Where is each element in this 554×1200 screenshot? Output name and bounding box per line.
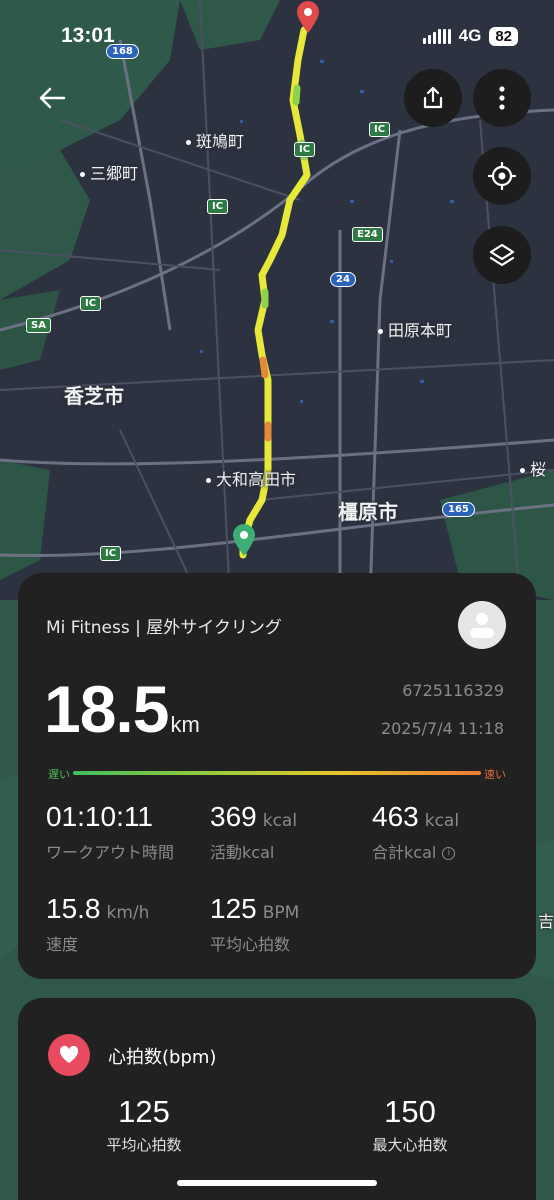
layers-icon [489,243,515,267]
record-date: 2025/7/4 11:18 [380,719,504,738]
route-start-pin-icon [233,524,255,556]
road-badge-ic: IC [207,199,229,214]
metric-speed: 15.8 km/h 速度 [46,893,150,954]
hr-avg-stat: 125 平均心拍数 [106,1094,182,1154]
record-id: 6725116329 [402,681,504,700]
battery-indicator: 82 [489,26,518,46]
map-layers-button[interactable] [473,226,531,284]
road-badge-sa: SA [26,318,51,333]
metric-avg-heart-rate: 125 BPM 平均心拍数 [210,893,300,954]
map-label-ikaruga: 斑鳩町 [186,128,244,152]
map-label-kashihara: 橿原市 [338,500,398,524]
more-options-button[interactable] [473,69,531,127]
heart-rate-title: 心拍数(bpm) [108,1047,217,1068]
hr-max-stat: 150 最大心拍数 [372,1094,448,1154]
locate-target-icon [487,161,517,191]
user-avatar[interactable] [458,601,506,649]
status-indicators: 4G 82 [422,26,518,46]
map-label-sango: 三郷町 [80,160,138,184]
status-bar: 13:01 4G 82 [0,22,554,52]
road-badge-ic: IC [100,546,122,561]
road-badge-ic: IC [80,296,102,311]
activity-summary-card: Mi Fitness | 屋外サイクリング 18.5km 6725116329 … [18,573,536,979]
network-type: 4G [458,26,482,45]
share-icon [423,86,443,109]
map-label-yoshi: 吉 [538,912,554,931]
road-badge-ic: IC [369,122,391,137]
share-button[interactable] [404,69,462,127]
road-badge-24: 24 [330,272,356,287]
info-icon[interactable]: i [442,847,456,860]
heart-icon [48,1034,90,1076]
road-badge-ic: IC [294,142,316,157]
map-label-tawaramoto: 田原本町 [378,317,452,341]
heart-rate-card[interactable]: 心拍数(bpm) 125 平均心拍数 150 最大心拍数 [18,998,536,1200]
back-arrow-icon[interactable] [34,80,70,116]
metric-workout-time: 01:10:11 ワークアウト時間 [46,801,175,862]
speed-gradient-bar [73,771,481,775]
distance-display: 18.5km [44,671,200,747]
map-label-kashiba: 香芝市 [64,384,124,408]
metric-active-kcal: 369 kcal 活動kcal [210,801,298,862]
locate-button[interactable] [473,147,531,205]
speed-legend-fast: 速い [484,768,506,781]
map-label-yamatotakada: 大和高田市 [206,466,296,490]
more-vertical-icon [499,86,505,110]
road-badge-e24: E24 [352,227,383,242]
metric-total-kcal: 463 kcal 合計kcal i [372,801,460,862]
distance-unit: km [170,712,200,737]
signal-icon [422,28,451,44]
home-indicator[interactable] [177,1180,377,1186]
map-label-sakura: 桜 [520,456,546,480]
distance-value: 18.5 [44,672,169,746]
speed-legend-slow: 遅い [48,768,70,781]
road-badge-165: 165 [442,502,475,517]
status-time: 13:01 [61,24,115,47]
activity-title: Mi Fitness | 屋外サイクリング [46,618,282,638]
